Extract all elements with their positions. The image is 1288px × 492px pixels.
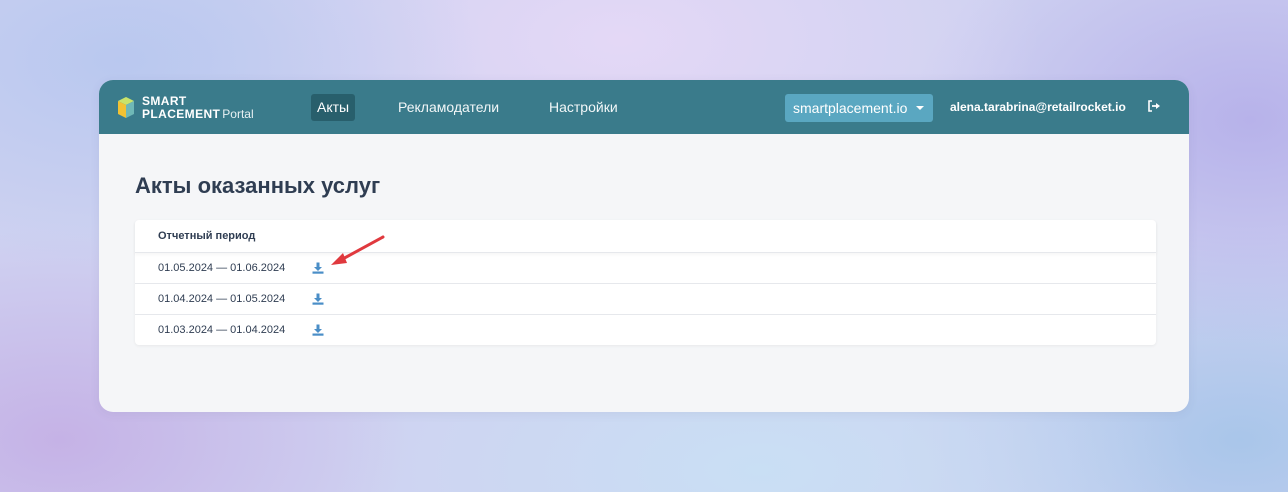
nav-advertisers[interactable]: Рекламодатели — [392, 94, 505, 121]
logo-line1: SMART — [142, 94, 187, 108]
domain-selector[interactable]: smartplacement.io — [785, 94, 933, 122]
nav-akty[interactable]: Акты — [311, 94, 356, 121]
logo[interactable]: SMART PLACEMENT Portal — [116, 94, 276, 122]
logo-suffix: Portal — [222, 107, 254, 121]
download-icon[interactable] — [312, 324, 324, 336]
download-icon[interactable] — [312, 262, 324, 274]
column-header-period: Отчетный период — [135, 220, 1156, 253]
acts-table: Отчетный период 01.05.2024 — 01.06.2024 … — [135, 220, 1156, 345]
period-cell: 01.04.2024 — 01.05.2024 — [158, 293, 286, 305]
table-row: 01.04.2024 — 01.05.2024 — [135, 284, 1156, 315]
period-cell: 01.05.2024 — 01.06.2024 — [158, 262, 286, 274]
top-navbar: SMART PLACEMENT Portal Акты Рекламодатели… — [99, 80, 1189, 134]
user-email[interactable]: alena.tarabrina@retailrocket.io — [950, 100, 1126, 114]
nav-settings[interactable]: Настройки — [543, 94, 624, 121]
domain-selector-label: smartplacement.io — [793, 100, 908, 116]
period-cell: 01.03.2024 — 01.04.2024 — [158, 324, 286, 336]
caret-down-icon — [916, 106, 924, 110]
logo-cube-icon — [118, 97, 134, 118]
annotation-arrow-icon — [331, 235, 385, 265]
logo-line2: PLACEMENT — [142, 107, 221, 121]
download-icon[interactable] — [312, 293, 324, 305]
table-row: 01.03.2024 — 01.04.2024 — [135, 315, 1156, 346]
app-window: SMART PLACEMENT Portal Акты Рекламодатели… — [99, 80, 1189, 412]
logo-text: SMART PLACEMENT Portal — [142, 95, 254, 121]
table-row: 01.05.2024 — 01.06.2024 — [135, 253, 1156, 284]
sign-out-icon[interactable] — [1147, 99, 1161, 113]
page-title: Акты оказанных услуг — [135, 173, 381, 198]
